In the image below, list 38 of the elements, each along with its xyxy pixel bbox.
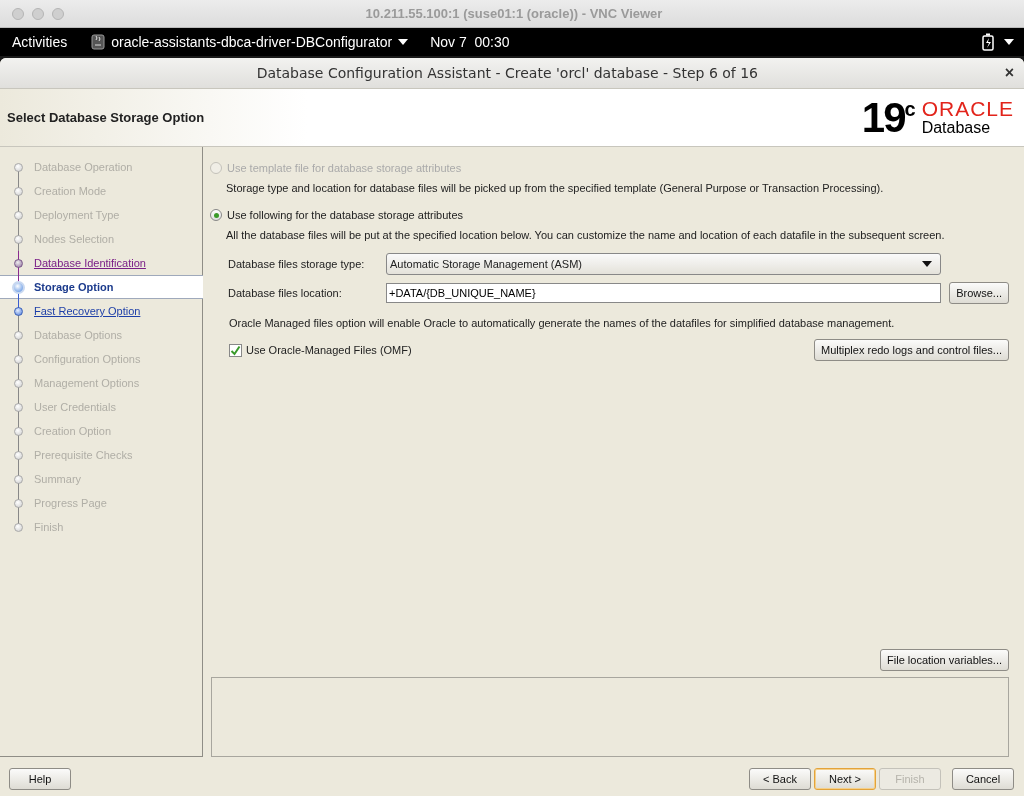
checkbox-label: Use Oracle-Managed Files (OMF) — [246, 344, 412, 356]
page-title: Select Database Storage Option — [7, 110, 205, 125]
description-text: Oracle Managed files option will enable Oracle to automatically generate the names of the datafiles for simplified database management. — [229, 317, 896, 329]
field-label: Database files location: — [228, 287, 343, 299]
dropdown-caret-icon — [922, 261, 933, 267]
dropdown-caret-icon — [398, 39, 409, 45]
description-text: Storage type and location for database files will be picked up from the specified template (General Purpose or Transaction Processing). — [226, 182, 885, 194]
location-input-field[interactable]: +DATA/{DB_UNIQUE_NAME} — [386, 283, 942, 303]
product-label: Database — [921, 119, 992, 137]
selected-step[interactable]: Storage Option — [0, 275, 203, 299]
activities-button[interactable]: Activities — [0, 34, 80, 50]
multiplex-button[interactable]: Multiplex redo logs and control files... — [814, 339, 1009, 361]
wizard-button[interactable]: Next > — [814, 768, 876, 790]
field-label: Database files storage type: — [228, 258, 366, 270]
file-location-variables-button[interactable]: File location variables... — [880, 649, 1009, 671]
step-link[interactable]: Database Identification — [34, 257, 146, 269]
version-label: 19$^{c}$ — [861, 96, 916, 139]
system-menu-caret-icon[interactable] — [1004, 39, 1014, 45]
checkbox[interactable] — [229, 343, 242, 357]
wizard-button[interactable]: Cancel — [952, 768, 1014, 790]
browse-button[interactable]: Browse... — [949, 282, 1009, 304]
battery-icon[interactable] — [982, 33, 994, 51]
radio-button[interactable] — [210, 209, 222, 221]
step-link[interactable]: Fast Recovery Option — [34, 305, 141, 317]
description-text: All the database files will be put at the specified location below. You can customize the name and location of each datafile in the subsequent screen. — [226, 229, 946, 241]
app-icon — [91, 34, 106, 50]
app-menu[interactable]: oracle-assistants-dbca-driver-DBConfigurator — [91, 34, 409, 50]
option-label: Use following for the database storage attributes — [227, 209, 464, 221]
step-label: Storage Option — [34, 281, 114, 293]
option-label: Use template file for database storage attributes — [227, 162, 462, 174]
storage-type-dropdown[interactable]: Automatic Storage Management (ASM) — [386, 253, 942, 275]
window-title: 10.211.55.100:1 (suse01:1 (oracle)) - VNC Viewer — [364, 6, 664, 21]
brand-logo: ORACLE — [921, 98, 1014, 120]
dialog-title: Database Configuration Assistant - Create 'orcl' database - Step 6 of 16 — [255, 65, 760, 81]
help-button[interactable]: Help — [9, 768, 71, 790]
wizard-button[interactable]: < Back — [749, 768, 811, 790]
close-button[interactable]: × — [994, 64, 1024, 82]
clock[interactable]: Nov 7 00:30 — [430, 34, 510, 50]
